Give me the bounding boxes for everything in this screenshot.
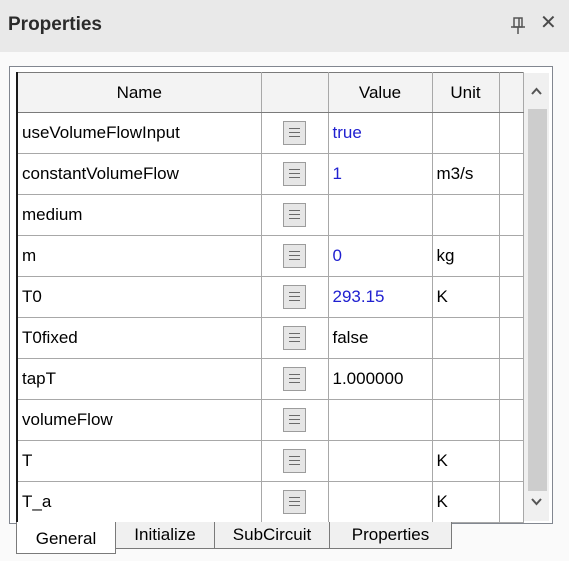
row-spacer xyxy=(498,358,524,400)
property-list-icon[interactable] xyxy=(283,449,306,473)
column-header-name[interactable]: Name xyxy=(16,72,262,113)
tab-initialize[interactable]: Initialize xyxy=(115,522,215,549)
property-name[interactable]: tapT xyxy=(16,358,262,400)
property-list-icon[interactable] xyxy=(283,121,306,145)
property-row[interactable]: m 0 kg xyxy=(16,235,524,277)
property-row[interactable]: volumeFlow xyxy=(16,399,524,441)
property-unit[interactable] xyxy=(431,358,500,400)
property-unit[interactable]: kg xyxy=(431,235,500,277)
tab-general[interactable]: General xyxy=(16,522,116,554)
column-header-value[interactable]: Value xyxy=(327,72,433,113)
row-spacer xyxy=(498,153,524,195)
property-unit[interactable] xyxy=(431,399,500,441)
property-name[interactable]: T0fixed xyxy=(16,317,262,359)
property-name[interactable]: medium xyxy=(16,194,262,236)
panel-titlebar: Properties ✕ xyxy=(0,0,569,52)
property-row[interactable]: tapT 1.000000 xyxy=(16,358,524,400)
property-list-icon[interactable] xyxy=(283,162,306,186)
property-list-icon[interactable] xyxy=(283,408,306,432)
row-spacer xyxy=(498,481,524,523)
property-value[interactable]: 1 xyxy=(327,153,433,195)
row-spacer xyxy=(498,317,524,359)
property-unit[interactable]: m3/s xyxy=(431,153,500,195)
property-row[interactable]: T0fixed false xyxy=(16,317,524,359)
property-button-cell xyxy=(260,358,329,400)
column-header-unit[interactable]: Unit xyxy=(431,72,500,113)
property-value[interactable]: 0 xyxy=(327,235,433,277)
property-row[interactable]: medium xyxy=(16,194,524,236)
property-list-icon[interactable] xyxy=(283,244,306,268)
property-name[interactable]: T xyxy=(16,440,262,482)
row-spacer xyxy=(498,112,524,154)
tab-subcircuit[interactable]: SubCircuit xyxy=(214,522,330,549)
row-spacer xyxy=(498,399,524,441)
close-icon[interactable]: ✕ xyxy=(540,13,557,33)
row-spacer xyxy=(498,276,524,318)
property-row[interactable]: TK xyxy=(16,440,524,482)
tab-properties[interactable]: Properties xyxy=(329,522,452,549)
property-value[interactable]: false xyxy=(327,317,433,359)
property-name[interactable]: constantVolumeFlow xyxy=(16,153,262,195)
property-button-cell xyxy=(260,317,329,359)
property-button-cell xyxy=(260,276,329,318)
property-list-icon[interactable] xyxy=(283,367,306,391)
property-unit[interactable] xyxy=(431,317,500,359)
property-value[interactable] xyxy=(327,440,433,482)
grid-header: Name Value Unit xyxy=(16,72,524,113)
property-name[interactable]: T0 xyxy=(16,276,262,318)
property-name[interactable]: T_a xyxy=(16,481,262,523)
property-name[interactable]: useVolumeFlowInput xyxy=(16,112,262,154)
property-unit[interactable]: K xyxy=(431,440,500,482)
property-value[interactable]: 293.15 xyxy=(327,276,433,318)
property-value[interactable]: true xyxy=(327,112,433,154)
property-list-icon[interactable] xyxy=(283,490,306,514)
property-button-cell xyxy=(260,112,329,154)
vertical-scrollbar[interactable] xyxy=(524,73,549,521)
property-unit[interactable]: K xyxy=(431,481,500,523)
property-unit[interactable] xyxy=(431,112,500,154)
property-row[interactable]: T_a K xyxy=(16,481,524,523)
property-button-cell xyxy=(260,153,329,195)
panel-title: Properties xyxy=(8,14,102,35)
property-row[interactable]: T0 293.15 K xyxy=(16,276,524,318)
scrollbar-thumb[interactable] xyxy=(528,109,547,491)
property-button-cell xyxy=(260,235,329,277)
property-value[interactable] xyxy=(327,481,433,523)
property-list-icon[interactable] xyxy=(283,326,306,350)
column-header-spacer xyxy=(498,72,524,113)
property-unit[interactable]: K xyxy=(431,276,500,318)
properties-grid: Name Value Unit useVolumeFlowInput true co… xyxy=(16,72,524,523)
property-name[interactable]: volumeFlow xyxy=(16,399,262,441)
column-header-button xyxy=(260,72,329,113)
property-value[interactable] xyxy=(327,399,433,441)
property-button-cell xyxy=(260,481,329,523)
property-value[interactable] xyxy=(327,194,433,236)
property-button-cell xyxy=(260,440,329,482)
property-unit[interactable] xyxy=(431,194,500,236)
property-button-cell xyxy=(260,399,329,441)
scroll-up-icon[interactable] xyxy=(524,73,549,109)
scroll-down-icon[interactable] xyxy=(524,483,549,519)
property-list-icon[interactable] xyxy=(283,285,306,309)
row-spacer xyxy=(498,235,524,277)
pin-icon[interactable] xyxy=(510,16,528,36)
property-list-icon[interactable] xyxy=(283,203,306,227)
property-row[interactable]: useVolumeFlowInput true xyxy=(16,112,524,154)
property-row[interactable]: constantVolumeFlow 1 m3/s xyxy=(16,153,524,195)
row-spacer xyxy=(498,440,524,482)
property-value[interactable]: 1.000000 xyxy=(327,358,433,400)
property-name[interactable]: m xyxy=(16,235,262,277)
property-button-cell xyxy=(260,194,329,236)
row-spacer xyxy=(498,194,524,236)
